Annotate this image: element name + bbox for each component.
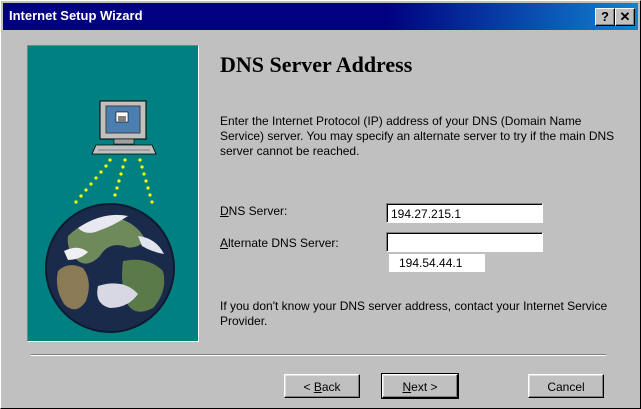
computer-icon (91, 100, 157, 155)
wizard-illustration (27, 45, 199, 342)
alternate-dns-mnemonic: A (220, 236, 229, 250)
dns-server-label: DNS Server: (220, 204, 287, 218)
next-label: ext > (411, 380, 438, 394)
back-prefix: < (303, 380, 314, 394)
title-bar[interactable]: Internet Setup Wizard ? ✕ (3, 3, 638, 30)
wizard-window: Internet Setup Wizard ? ✕ DNS Server Add… (0, 0, 641, 409)
help-button[interactable]: ? (595, 8, 615, 26)
back-label: ack (321, 380, 341, 394)
illustration-svg (45, 100, 175, 333)
network-dots (74, 158, 154, 204)
page-title: DNS Server Address (220, 52, 413, 77)
next-mnemonic: N (402, 380, 412, 394)
alternate-dns-label: Alternate DNS Server: (220, 236, 339, 250)
alternate-dns-label-text: lternate DNS Server: (228, 236, 339, 250)
window-title: Internet Setup Wizard (9, 8, 143, 23)
next-button[interactable]: Next > (381, 373, 459, 399)
autocomplete-suggestion[interactable]: 194.54.44.1 (389, 254, 485, 272)
dns-server-input[interactable]: 194.27.215.1 (386, 203, 543, 223)
dns-server-label-text: NS Server: (228, 204, 288, 218)
dns-server-mnemonic: D (220, 204, 229, 218)
cancel-button[interactable]: Cancel (528, 374, 604, 398)
close-button[interactable]: ✕ (615, 8, 635, 26)
button-separator (31, 354, 606, 356)
back-button[interactable]: < Back (284, 374, 360, 398)
help-note: If you don't know your DNS server addres… (220, 299, 608, 328)
globe-icon (45, 203, 175, 333)
alternate-dns-input[interactable] (386, 232, 543, 252)
page-description: Enter the Internet Protocol (IP) address… (220, 114, 615, 158)
back-mnemonic: B (313, 380, 322, 394)
